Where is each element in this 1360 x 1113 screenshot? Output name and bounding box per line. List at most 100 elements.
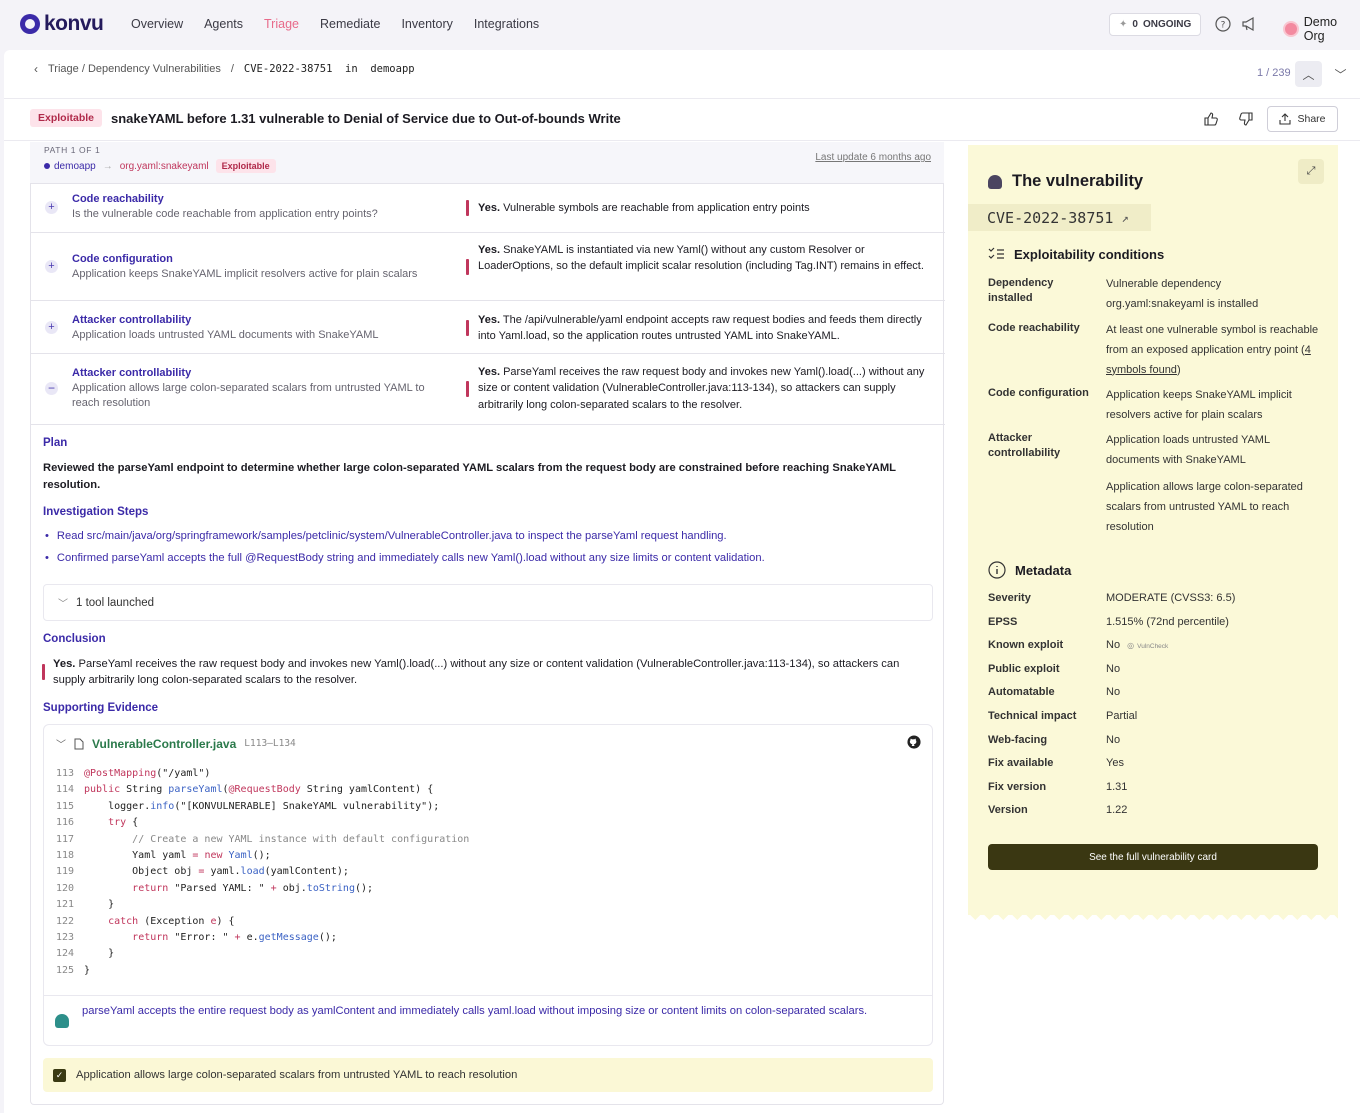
nav-inventory[interactable]: Inventory xyxy=(401,17,452,31)
plan-heading: Plan xyxy=(43,437,68,449)
line-number: 124 xyxy=(56,948,75,960)
code-text: logger.info("[KONVULNERABLE] SnakeYAML v… xyxy=(84,800,440,812)
external-link-icon: ↗ xyxy=(1121,210,1129,225)
line-number: 117 xyxy=(56,833,75,845)
condition-row[interactable]: + Code reachability Is the vulnerable co… xyxy=(31,184,945,233)
condition-subtitle: Application keeps SnakeYAML implicit res… xyxy=(72,268,418,280)
evidence-heading: Supporting Evidence xyxy=(43,702,159,714)
plan-text: Reviewed the parseYaml endpoint to deter… xyxy=(43,462,896,491)
expand-plus-icon[interactable]: + xyxy=(45,201,58,214)
line-number: 120 xyxy=(56,882,75,894)
condition-row[interactable]: + Attacker controllability Application l… xyxy=(31,301,945,354)
nav-remediate[interactable]: Remediate xyxy=(320,17,380,31)
line-number: 125 xyxy=(56,964,75,976)
status-bar xyxy=(466,200,469,216)
exploitability-heading: Exploitability conditions xyxy=(988,246,1164,262)
top-nav: konvu Overview Agents Triage Remediate I… xyxy=(0,0,1360,48)
code-line: 119 Object obj = yaml.load(yamlContent); xyxy=(56,864,469,880)
cve-id[interactable]: CVE-2022-38751 ↗ xyxy=(968,204,1151,231)
status-bar xyxy=(42,664,45,680)
line-range: L113–L134 xyxy=(244,738,296,749)
nav-triage[interactable]: Triage xyxy=(264,17,299,31)
page-title: snakeYAML before 1.31 vulnerable to Deni… xyxy=(111,110,621,126)
code-evidence: ﹀ VulnerableController.java L113–L134 11… xyxy=(43,724,933,1046)
condition-subtitle: Application loads untrusted YAML documen… xyxy=(72,329,379,341)
divider xyxy=(4,140,1360,141)
code-line: 117 // Create a new YAML instance with d… xyxy=(56,832,469,848)
code-text: return "Parsed YAML: " + obj.toString(); xyxy=(132,882,374,894)
share-button[interactable]: Share xyxy=(1267,106,1338,132)
code-text: try { xyxy=(108,817,139,829)
breadcrumb-link[interactable]: Triage / Dependency Vulnerabilities xyxy=(48,63,221,75)
nav-overview[interactable]: Overview xyxy=(131,17,183,31)
path-package[interactable]: org.yaml:snakeyaml xyxy=(120,161,209,172)
condition-row[interactable]: − Attacker controllability Application a… xyxy=(31,354,945,425)
share-icon xyxy=(1279,113,1292,125)
condition-row[interactable]: + Code configuration Application keeps S… xyxy=(31,233,945,301)
file-name[interactable]: VulnerableController.java xyxy=(92,737,236,751)
code-line: 122 catch (Exception e) { xyxy=(56,914,469,930)
file-icon xyxy=(74,738,84,749)
metadata-key: Fix available xyxy=(988,757,1054,770)
expand-plus-icon[interactable]: + xyxy=(45,321,58,334)
ghost-icon xyxy=(988,174,1002,189)
code-line: 114 public String parseYaml(@RequestBody … xyxy=(56,782,469,798)
expand-button[interactable]: ⤢ xyxy=(1298,159,1324,184)
metadata-key: Technical impact xyxy=(988,710,1077,722)
ongoing-count: 0 xyxy=(1132,19,1138,30)
org-switcher[interactable]: Demo Org xyxy=(1283,15,1360,43)
next-button[interactable]: ﹀ xyxy=(1327,61,1354,87)
chevron-down-icon: ﹀ xyxy=(58,599,68,610)
investigation-steps: Read src/main/java/org/springframework/s… xyxy=(45,525,765,569)
megaphone-icon[interactable] xyxy=(1241,16,1257,32)
thumbs-up-icon[interactable] xyxy=(1203,111,1219,127)
ongoing-label: ONGOING xyxy=(1142,19,1192,30)
chevron-down-icon: ﹀ xyxy=(1334,67,1347,82)
nav-integrations[interactable]: Integrations xyxy=(474,17,539,31)
path-label: PATH 1 OF 1 xyxy=(44,145,101,155)
vulncheck-badge: VulnCheck xyxy=(1137,643,1169,651)
code-line: 125} xyxy=(56,963,469,979)
prev-button[interactable]: ︿ xyxy=(1295,61,1322,87)
evidence-note: parseYaml accepts the entire request bod… xyxy=(44,995,932,1045)
expand-plus-icon[interactable]: + xyxy=(45,260,58,273)
nav-agents[interactable]: Agents xyxy=(204,17,243,31)
status-bar xyxy=(466,259,469,275)
metadata-row: Version 1.22 xyxy=(988,804,1323,820)
metadata-value: No xyxy=(1106,662,1121,675)
full-card-button[interactable]: See the full vulnerability card xyxy=(988,844,1318,870)
expand-icon: ⤢ xyxy=(1306,165,1316,177)
vulnerability-panel: ⤢ The vulnerability CVE-2022-38751 ↗ Expl… xyxy=(968,145,1338,927)
condition-title: Code reachability xyxy=(72,193,164,205)
tool-accordion[interactable]: ﹀ 1 tool launched xyxy=(43,584,933,621)
ongoing-button[interactable]: ✦ 0 ONGOING xyxy=(1109,13,1202,36)
metadata-key: Web-facing xyxy=(988,733,1048,746)
code-line: 115 logger.info("[KONVULNERABLE] SnakeYA… xyxy=(56,799,469,815)
metadata-row: Technical impact Partial xyxy=(988,710,1323,726)
code-text: @PostMapping("/yaml") xyxy=(84,768,211,779)
step-item: Confirmed parseYaml accepts the full @Re… xyxy=(45,547,765,569)
evidence-checkbox-row[interactable]: ✓ Application allows large colon-separat… xyxy=(43,1058,933,1092)
code-text: return "Error: " + e.getMessage(); xyxy=(132,932,337,944)
metadata-key: Automatable xyxy=(988,686,1055,699)
line-number: 123 xyxy=(56,932,75,944)
status-bar xyxy=(466,320,469,336)
tool-label: 1 tool launched xyxy=(76,596,155,609)
metadata-value: 1.22 xyxy=(1106,804,1128,817)
condition-answer: Yes. The /api/vulnerable/yaml endpoint a… xyxy=(478,314,922,343)
back-chevron-icon[interactable]: ‹ xyxy=(34,62,38,76)
thumbs-down-icon[interactable] xyxy=(1238,111,1254,127)
metadata-row: Fix available Yes xyxy=(988,757,1323,773)
code-line: 123 return "Error: " + e.getMessage(); xyxy=(56,930,469,946)
github-icon[interactable] xyxy=(907,735,921,749)
checkbox-checked-icon[interactable]: ✓ xyxy=(53,1068,66,1082)
help-icon[interactable]: ? xyxy=(1215,16,1231,32)
metadata-key: Known exploit xyxy=(988,639,1064,652)
konvu-logo[interactable]: konvu xyxy=(20,12,104,36)
path-app[interactable]: demoapp xyxy=(54,161,96,172)
metadata-key: Severity xyxy=(988,592,1031,604)
metadata-key: Version xyxy=(988,804,1028,817)
collapse-minus-icon[interactable]: − xyxy=(45,382,58,395)
code-header[interactable]: ﹀ VulnerableController.java L113–L134 xyxy=(56,736,296,752)
app-dot-icon xyxy=(44,163,50,169)
